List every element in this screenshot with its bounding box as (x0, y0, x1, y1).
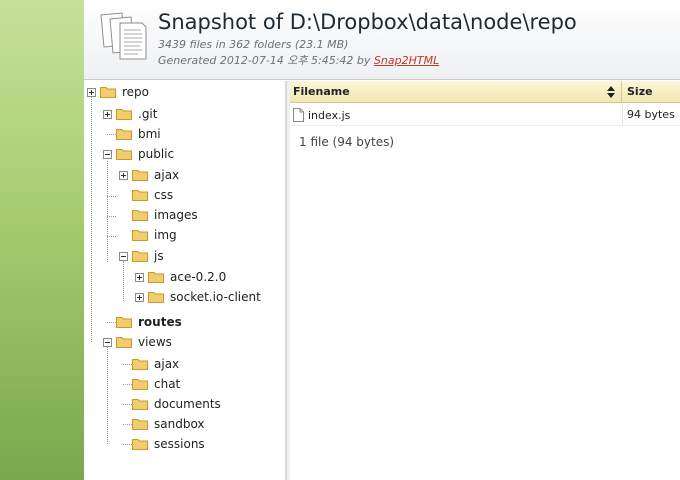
generated-text: Generated 2012-07-14 오후 5:45:42 by (158, 54, 371, 67)
tree-node-css[interactable]: css (119, 185, 173, 205)
folder-tree: repo .git bmi public ajax css images img (84, 81, 286, 480)
generated-line: Generated 2012-07-14 오후 5:45:42 by Snap2… (158, 52, 439, 68)
tree-node-repo[interactable]: repo (87, 82, 149, 102)
folder-icon (116, 109, 132, 120)
left-gradient-strip (0, 0, 84, 480)
folder-icon (132, 359, 148, 370)
tree-node-label: ace-0.2.0 (170, 270, 227, 284)
file-row[interactable]: index.js 94 bytes (290, 104, 680, 126)
documents-icon (100, 12, 147, 60)
tree-node-bmi[interactable]: bmi (103, 124, 161, 144)
tree-node-js[interactable]: js (119, 246, 164, 266)
file-size: 94 bytes (627, 108, 675, 121)
tree-node-public[interactable]: public (103, 144, 174, 164)
tree-node-socket-io-client[interactable]: socket.io-client (135, 287, 261, 307)
page-header: Snapshot of D:\Dropbox\data\node\repo 34… (84, 0, 680, 80)
file-name[interactable]: index.js (308, 109, 350, 122)
snapshot-stats: 3439 files in 362 folders (23.1 MB) (158, 38, 349, 51)
tree-node-routes[interactable]: routes (103, 312, 182, 332)
tree-node-label: css (154, 188, 174, 202)
expand-icon[interactable] (135, 272, 144, 282)
tree-node-label: js (154, 249, 164, 263)
tree-node-label: views (138, 335, 172, 349)
tree-node-git[interactable]: .git (103, 104, 157, 124)
tree-node-sandbox[interactable]: sandbox (119, 414, 205, 434)
folder-icon (132, 419, 148, 430)
folder-icon (132, 190, 148, 201)
tree-guide-line (107, 236, 116, 237)
collapse-icon[interactable] (103, 149, 112, 159)
tree-node-label: socket.io-client (170, 290, 261, 304)
tree-guide-line (91, 96, 92, 342)
folder-icon (116, 337, 132, 348)
size-column-label: Size (627, 85, 653, 98)
folder-icon (116, 129, 132, 140)
expand-icon[interactable] (135, 292, 144, 302)
file-name-cell: index.js (293, 104, 350, 126)
folder-icon (116, 317, 132, 328)
tree-node-views[interactable]: views (103, 332, 172, 352)
tree-node-label: sandbox (154, 417, 205, 431)
tree-node-ace[interactable]: ace-0.2.0 (135, 267, 226, 287)
tree-guide-line (107, 347, 108, 444)
tree-node-label: documents (154, 397, 221, 411)
file-list-header: Filename Size (290, 81, 680, 103)
file-list: Filename Size index.js 94 bytes 1 file (… (290, 81, 680, 480)
tree-node-label: images (154, 208, 198, 222)
tree-node-images[interactable]: images (119, 205, 198, 225)
folder-icon (132, 399, 148, 410)
snap2html-link[interactable]: Snap2HTML (374, 54, 439, 67)
tree-node-ajax[interactable]: ajax (119, 165, 179, 185)
page-title: Snapshot of D:\Dropbox\data\node\repo (158, 10, 577, 34)
filename-column-header[interactable]: Filename (290, 81, 622, 103)
folder-icon (116, 149, 132, 160)
tree-node-label: routes (138, 315, 182, 329)
folder-icon (148, 272, 164, 283)
tree-node-label: public (138, 147, 175, 161)
folder-icon (132, 230, 148, 241)
tree-node-label: ajax (154, 357, 180, 371)
folder-icon (100, 87, 116, 98)
tree-node-label: .git (138, 107, 158, 121)
tree-guide-line (107, 216, 116, 217)
tree-node-label: sessions (154, 437, 205, 451)
folder-icon (132, 170, 148, 181)
tree-guide-line (123, 261, 124, 301)
tree-node-label: bmi (138, 127, 161, 141)
tree-guide-line (107, 196, 116, 197)
tree-node-chat[interactable]: chat (119, 374, 180, 394)
expand-icon[interactable] (87, 87, 96, 97)
sort-icon (607, 86, 615, 98)
folder-icon (132, 439, 148, 450)
folder-icon (132, 251, 148, 262)
collapse-icon[interactable] (119, 251, 128, 261)
tree-node-label: img (154, 228, 177, 242)
filename-column-label: Filename (293, 85, 350, 98)
tree-node-label: repo (122, 85, 150, 99)
size-column-header[interactable]: Size (623, 81, 680, 103)
folder-icon (132, 210, 148, 221)
tree-node-img[interactable]: img (119, 225, 177, 245)
file-summary: 1 file (94 bytes) (299, 135, 395, 149)
tree-node-views-ajax[interactable]: ajax (119, 354, 179, 374)
folder-icon (132, 379, 148, 390)
tree-node-label: chat (154, 377, 181, 391)
folder-icon (148, 292, 164, 303)
tree-guide-line (107, 161, 108, 262)
tree-node-label: ajax (154, 168, 180, 182)
collapse-icon[interactable] (103, 337, 112, 347)
expand-icon[interactable] (103, 109, 112, 119)
tree-node-documents[interactable]: documents (119, 394, 221, 414)
file-icon (293, 108, 304, 122)
expand-icon[interactable] (119, 170, 128, 180)
tree-node-sessions[interactable]: sessions (119, 434, 205, 454)
